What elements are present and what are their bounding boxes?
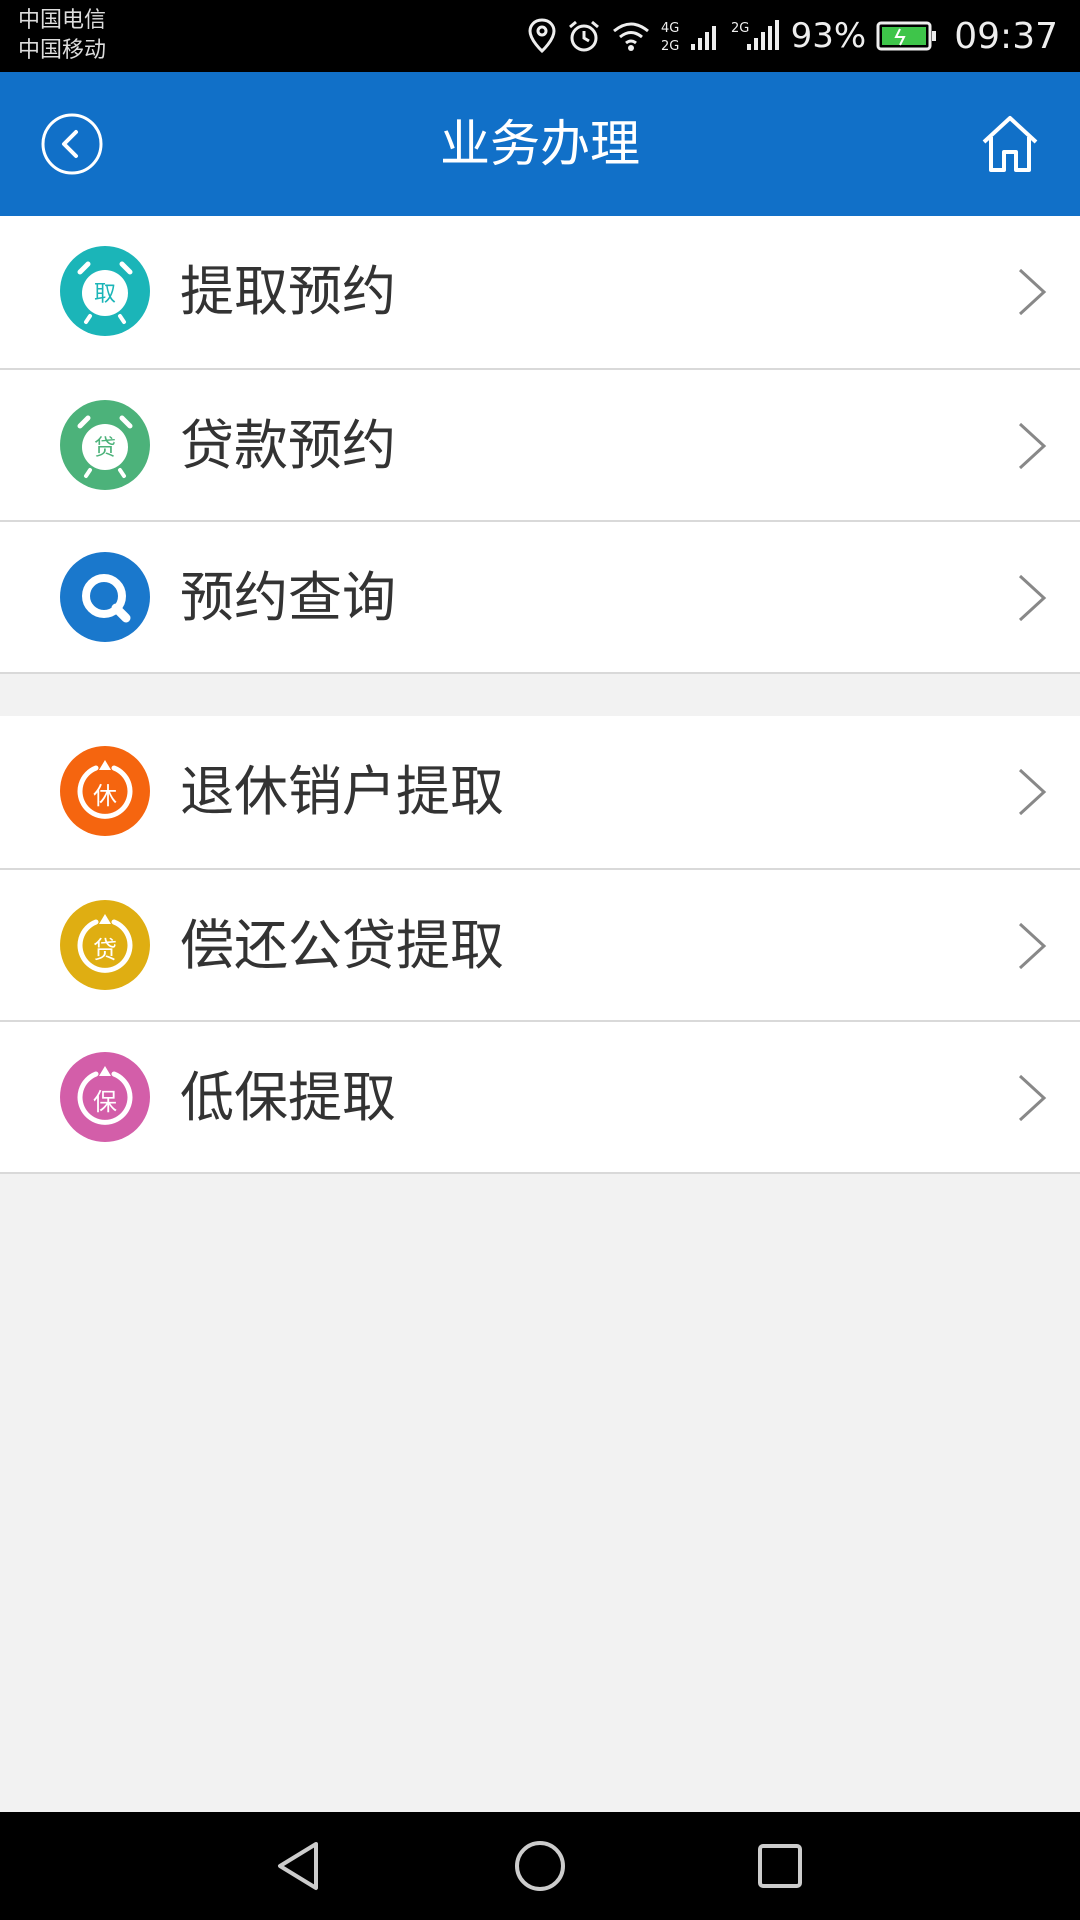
status-bar: 中国电信 中国移动 4G 2G 2G 93% 09:37 [0,0,1080,72]
svg-text:休: 休 [93,782,117,810]
menu-item-label: 退休销户提取 [180,760,504,823]
menu-item-label: 贷款预约 [180,414,396,477]
clock: 09:37 [954,15,1058,57]
menu-item-retirement-withdraw[interactable]: 休 退休销户提取 [0,716,1080,868]
home-button[interactable] [978,112,1042,176]
network-label-1: 4G [661,21,679,36]
menu-item-low-income-withdraw[interactable]: 保 低保提取 [0,1020,1080,1172]
svg-text:保: 保 [93,1088,117,1116]
network-label-3: 2G [731,21,749,36]
retirement-icon: 休 [60,746,150,836]
menu-item-label: 低保提取 [180,1066,396,1129]
nav-back-button[interactable] [270,1836,330,1896]
battery-percent: 93% [790,16,867,56]
loan-clock-icon: 贷 [60,400,150,490]
menu-group-withdrawals: 休 退休销户提取 贷 偿还公贷提取 保 低保提取 [0,716,1080,1174]
chevron-right-icon [1018,422,1047,470]
page-title: 业务办理 [440,115,640,173]
low-income-icon: 保 [60,1052,150,1142]
menu-item-loan-appointment[interactable]: 贷 贷款预约 [0,368,1080,520]
chevron-right-icon [1018,922,1047,970]
app-bar: 业务办理 [0,72,1080,216]
location-icon [528,18,556,54]
system-nav-bar [0,1812,1080,1920]
signal-2-icon: 2G [731,20,779,50]
home-icon [982,116,1038,172]
nav-back-icon [278,1842,318,1890]
carrier-2: 中国移动 [18,38,107,63]
menu-item-loan-repay-withdraw[interactable]: 贷 偿还公贷提取 [0,868,1080,1020]
withdraw-clock-icon: 取 [60,246,150,336]
nav-home-icon [515,1841,565,1891]
status-icons: 4G 2G 2G 93% 09:37 [527,0,1058,72]
svg-text:贷: 贷 [93,936,117,964]
chevron-right-icon [1018,768,1047,816]
wifi-icon [612,22,649,51]
menu-item-label: 提取预约 [180,260,396,323]
chevron-right-icon [1018,574,1047,622]
menu-item-label: 偿还公贷提取 [180,914,504,977]
menu-item-label: 预约查询 [180,566,396,629]
battery-icon [876,21,937,51]
network-label-2: 2G [661,39,679,54]
carrier-info: 中国电信 中国移动 [18,6,106,66]
svg-text:贷: 贷 [94,436,116,461]
nav-recent-icon [758,1844,802,1888]
menu-item-withdraw-appointment[interactable]: 取 提取预约 [0,216,1080,368]
chevron-right-icon [1018,268,1047,316]
alarm-icon [568,20,599,52]
menu-group-appointments: 取 提取预约 贷 贷款预约 预约查询 [0,216,1080,674]
nav-recent-button[interactable] [750,1836,810,1896]
signal-icon: 4G 2G [661,21,716,54]
loan-repay-icon: 贷 [60,900,150,990]
svg-text:取: 取 [94,282,116,307]
search-icon [60,552,150,642]
chevron-right-icon [1018,1074,1047,1122]
carrier-1: 中国电信 [18,8,107,33]
menu-item-appointment-query[interactable]: 预约查询 [0,520,1080,672]
nav-home-button[interactable] [510,1836,570,1896]
